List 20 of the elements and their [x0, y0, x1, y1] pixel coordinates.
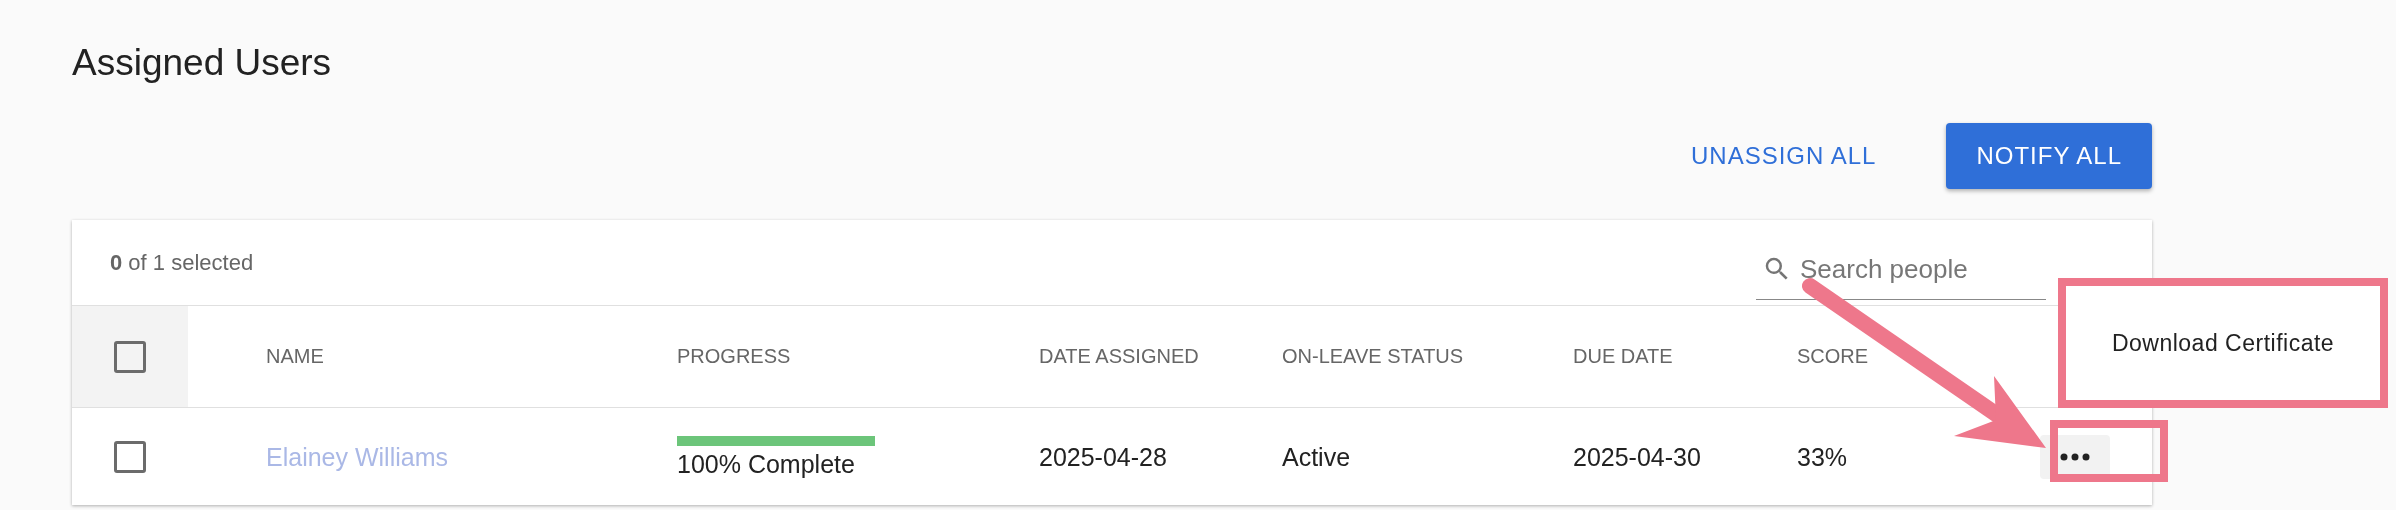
page-title: Assigned Users — [72, 42, 332, 84]
search-field[interactable]: Search people — [1756, 239, 2046, 300]
column-header[interactable]: PROGRESS — [677, 345, 791, 367]
column-header[interactable]: NAME — [266, 345, 324, 367]
progress-label: 100% Complete — [677, 449, 855, 479]
notify-button[interactable]: NOTIFY ALL — [1946, 123, 2152, 189]
column-header[interactable]: ON-LEAVE STATUS — [1282, 345, 1464, 367]
menu-item[interactable]: Download Certificate — [2111, 329, 2335, 357]
unassign-button[interactable]: UNASSIGN ALL — [1661, 123, 1907, 189]
column-header[interactable]: DATE ASSIGNED — [1039, 345, 1199, 367]
column-header[interactable]: DUE DATE — [1573, 345, 1673, 367]
table-cell: 33% — [1797, 442, 1848, 471]
select-all-checkbox[interactable] — [114, 340, 146, 373]
column-header[interactable]: SCORE — [1797, 345, 1869, 367]
table-cell: 2025-04-30 — [1573, 442, 1701, 471]
selection-count: 0 of 1 selected — [110, 249, 254, 276]
table-cell: 2025-04-28 — [1039, 442, 1167, 471]
row-checkbox[interactable] — [114, 441, 146, 473]
dots-icon — [2060, 453, 2090, 461]
table-cell: Active — [1282, 442, 1351, 471]
